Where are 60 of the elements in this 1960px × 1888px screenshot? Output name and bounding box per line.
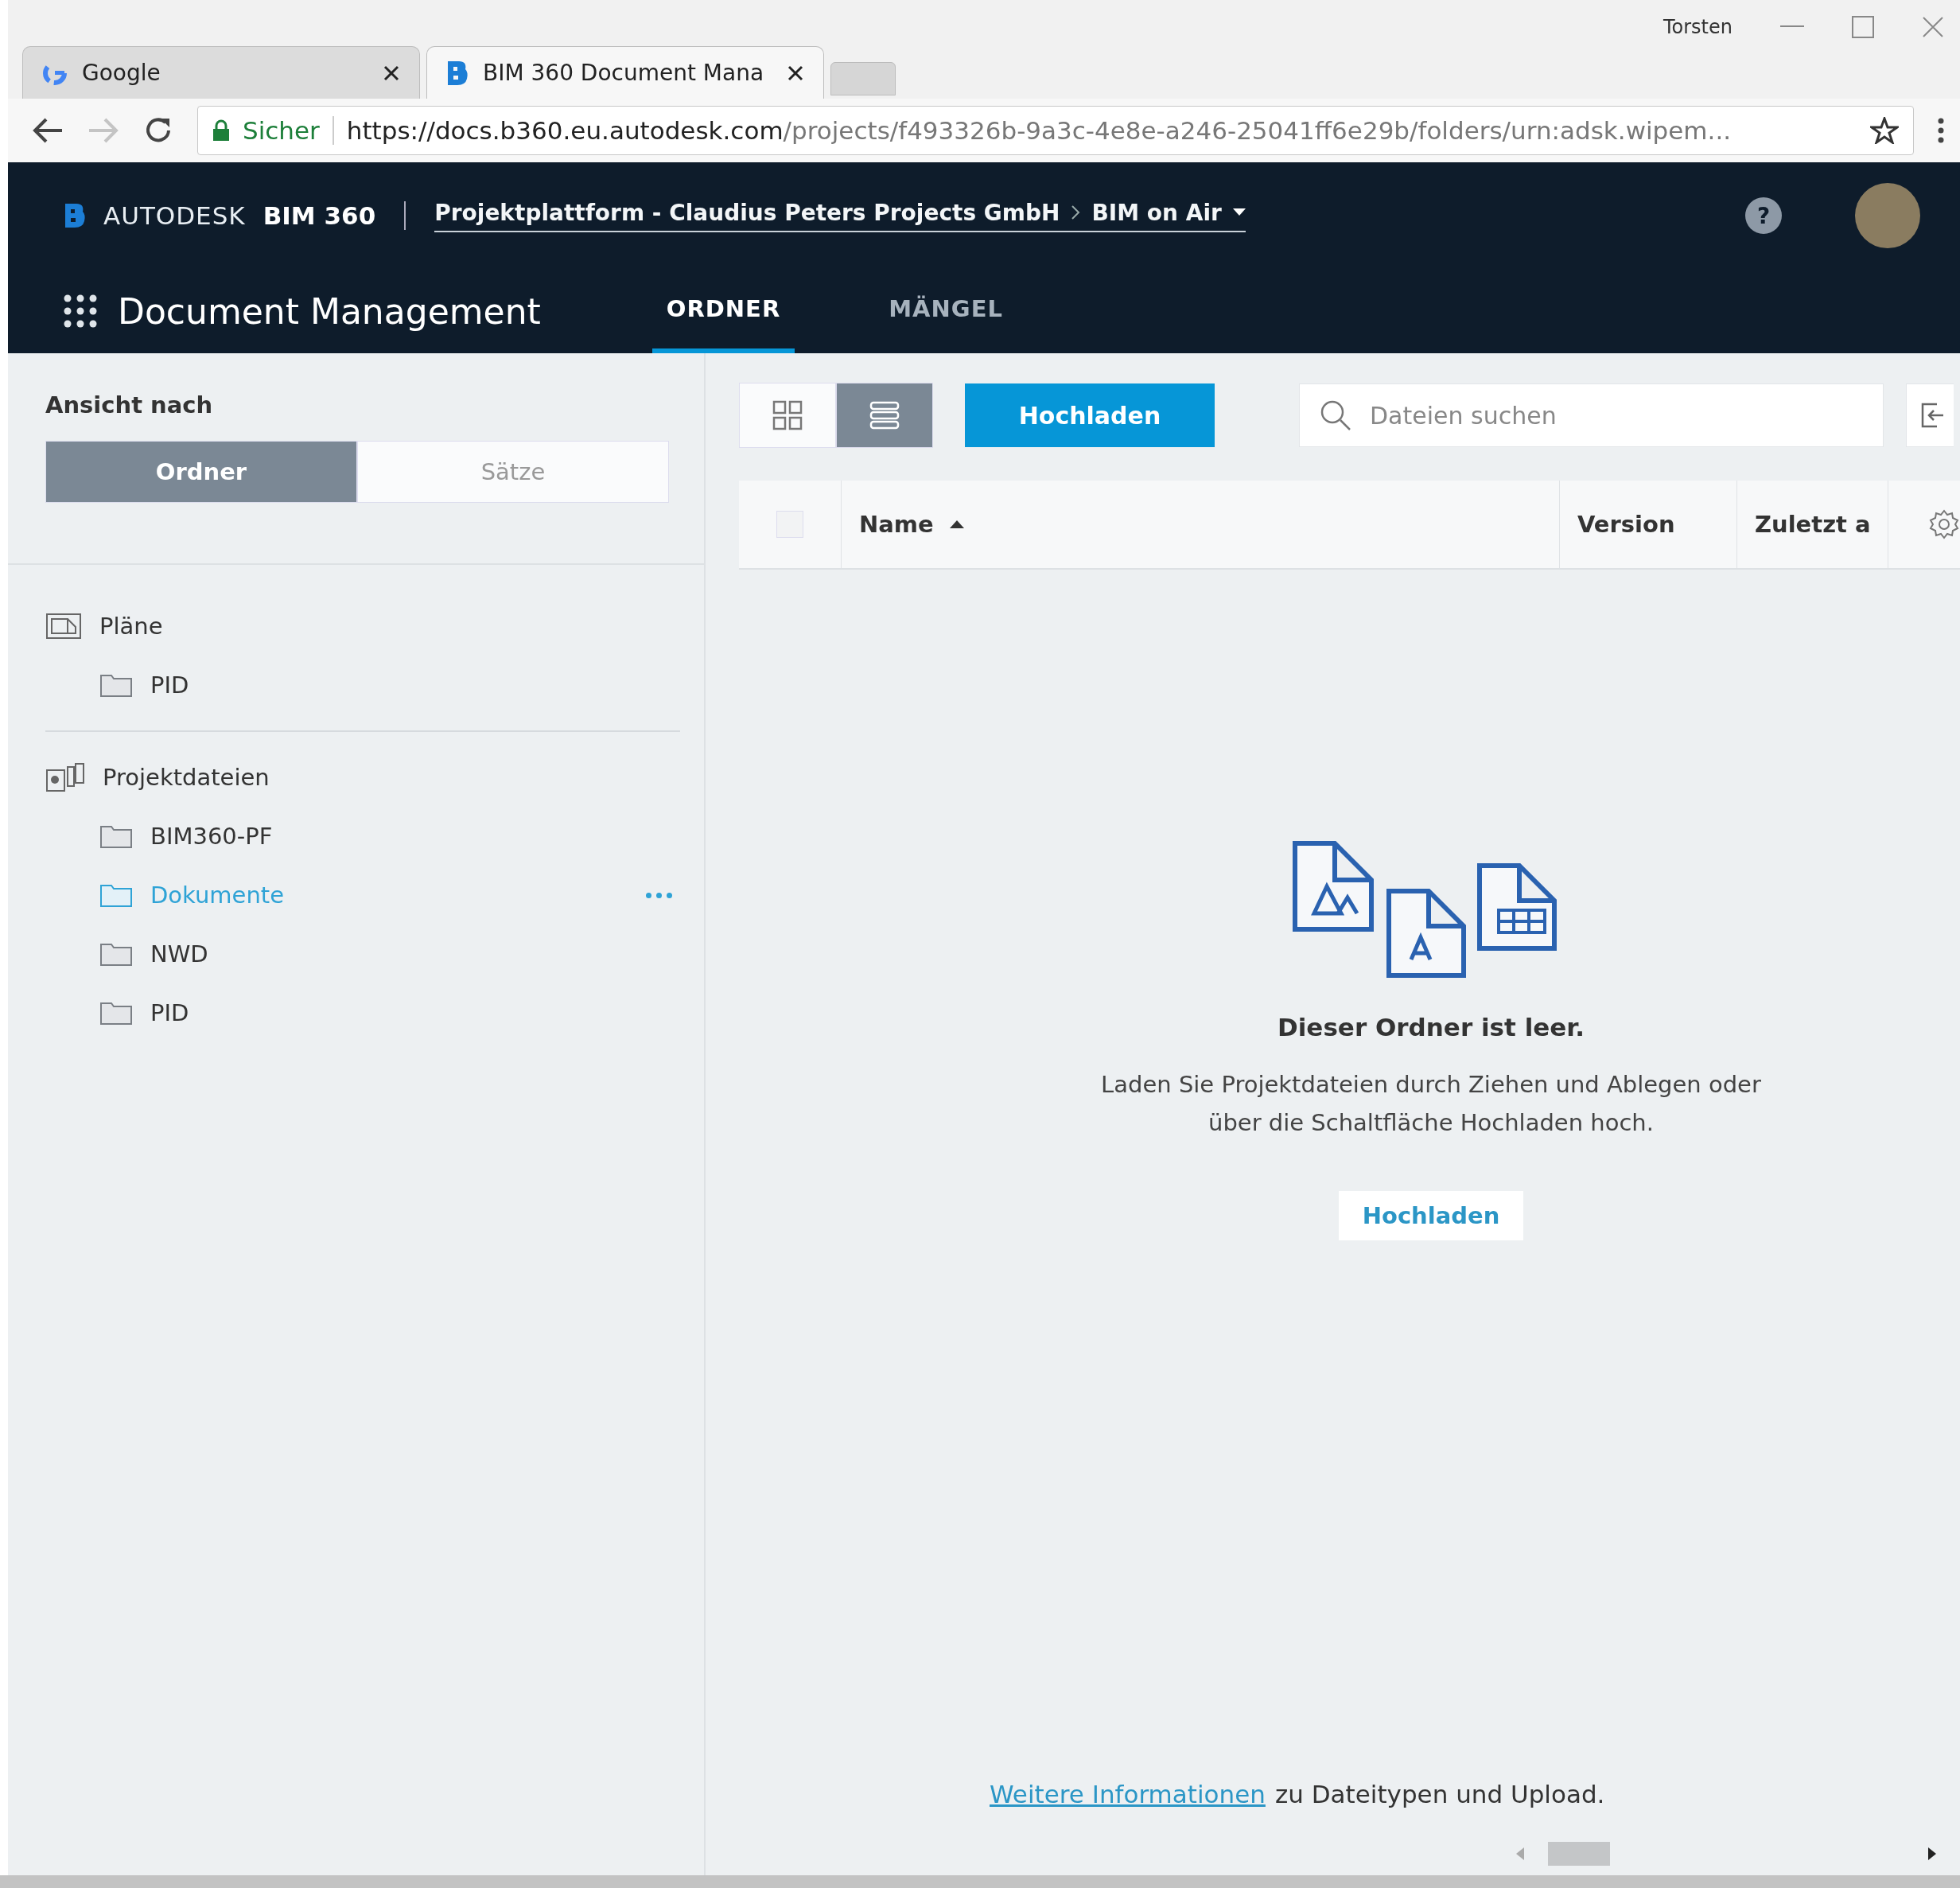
- help-button[interactable]: ?: [1745, 197, 1782, 234]
- maximize-icon[interactable]: [1852, 16, 1874, 38]
- folder-icon: [99, 882, 133, 908]
- empty-message: Laden Sie Projektdateien durch Ziehen und Ablegen oder über die Schaltfläche Hochladen hoch.: [1100, 1070, 1762, 1138]
- security-label: Sicher: [243, 116, 320, 145]
- list-view-icon: [869, 400, 900, 430]
- address-bar[interactable]: Sicher https://docs.b360.eu.autodesk.com/projects/f493326b-9a3c-4e8e-a246-25041ff6e29b/folders/urn:adsk.wipem...: [197, 106, 1914, 155]
- select-all-checkbox[interactable]: [776, 511, 803, 538]
- scrollbar-thumb[interactable]: [1548, 1842, 1610, 1866]
- view-mode-button[interactable]: [739, 383, 836, 448]
- search-field[interactable]: Dateien suchen: [1299, 383, 1884, 447]
- documents-icon: [45, 762, 85, 792]
- view-toggle-button[interactable]: Ordner: [45, 441, 357, 503]
- sheet-icon: [45, 613, 82, 640]
- folder-item[interactable]: PID: [150, 672, 189, 699]
- apps-grid-icon[interactable]: [64, 294, 97, 328]
- view-mode-button[interactable]: [836, 383, 933, 448]
- column-header[interactable]: Name: [842, 481, 1560, 568]
- star-icon[interactable]: [1870, 117, 1899, 144]
- minimize-icon[interactable]: [1780, 25, 1804, 29]
- caret-icon: [1232, 208, 1246, 216]
- more-options-icon[interactable]: [646, 892, 672, 898]
- bim-logo-icon: [446, 59, 469, 87]
- browser-tab[interactable]: Google: [22, 46, 420, 99]
- export-icon: [1921, 403, 1945, 428]
- view-label: Ansicht nach: [45, 391, 214, 418]
- folder-item[interactable]: BIM360-PF: [150, 823, 273, 850]
- url-text: https://docs.b360.eu.autodesk.com/projects/f493326b-9a3c-4e8e-a246-25041ff6e29b/folders/urn:adsk.wipem...: [346, 116, 1732, 145]
- export-button[interactable]: [1906, 383, 1954, 447]
- menu-icon[interactable]: [1938, 118, 1944, 143]
- settings-icon[interactable]: [1928, 508, 1960, 540]
- chevron-right-icon: [1071, 204, 1081, 220]
- folder-icon: [99, 941, 133, 967]
- folder-item[interactable]: NWD: [150, 940, 208, 967]
- profile-name[interactable]: Torsten: [1662, 16, 1732, 38]
- scrollbar[interactable]: [0, 1875, 1960, 1888]
- brand-name: AUTODESK: [103, 201, 246, 230]
- folder-item[interactable]: PID: [150, 999, 189, 1026]
- nav-tab[interactable]: MÄNGEL: [874, 269, 1017, 353]
- bim-logo-icon: [64, 202, 86, 229]
- folder-icon: [99, 823, 133, 849]
- close-icon[interactable]: [787, 64, 804, 82]
- folder-icon: [99, 1000, 133, 1026]
- search-icon: [1320, 399, 1351, 431]
- empty-title: Dieser Ordner ist leer.: [1278, 1013, 1585, 1041]
- project-selector[interactable]: Projektplattform - Claudius Peters Projects GmbH BIM on Air: [434, 199, 1246, 232]
- scroll-right-icon[interactable]: [1928, 1847, 1936, 1860]
- grid-view-icon: [772, 400, 803, 430]
- product-name: BIM 360: [262, 201, 376, 230]
- column-header[interactable]: Version: [1560, 481, 1737, 568]
- folder-icon: [99, 672, 133, 698]
- back-icon[interactable]: [32, 117, 64, 144]
- tree-section[interactable]: Pläne: [99, 613, 163, 640]
- close-icon[interactable]: [383, 64, 400, 82]
- app-title: Document Management: [118, 290, 541, 332]
- lock-icon: [212, 119, 230, 142]
- browser-tab[interactable]: BIM 360 Document Mana: [426, 46, 824, 99]
- footer-text: zu Dateitypen und Upload.: [1274, 1780, 1605, 1808]
- tree-section[interactable]: Projektdateien: [103, 764, 270, 791]
- column-header[interactable]: Zuletzt a: [1737, 481, 1888, 568]
